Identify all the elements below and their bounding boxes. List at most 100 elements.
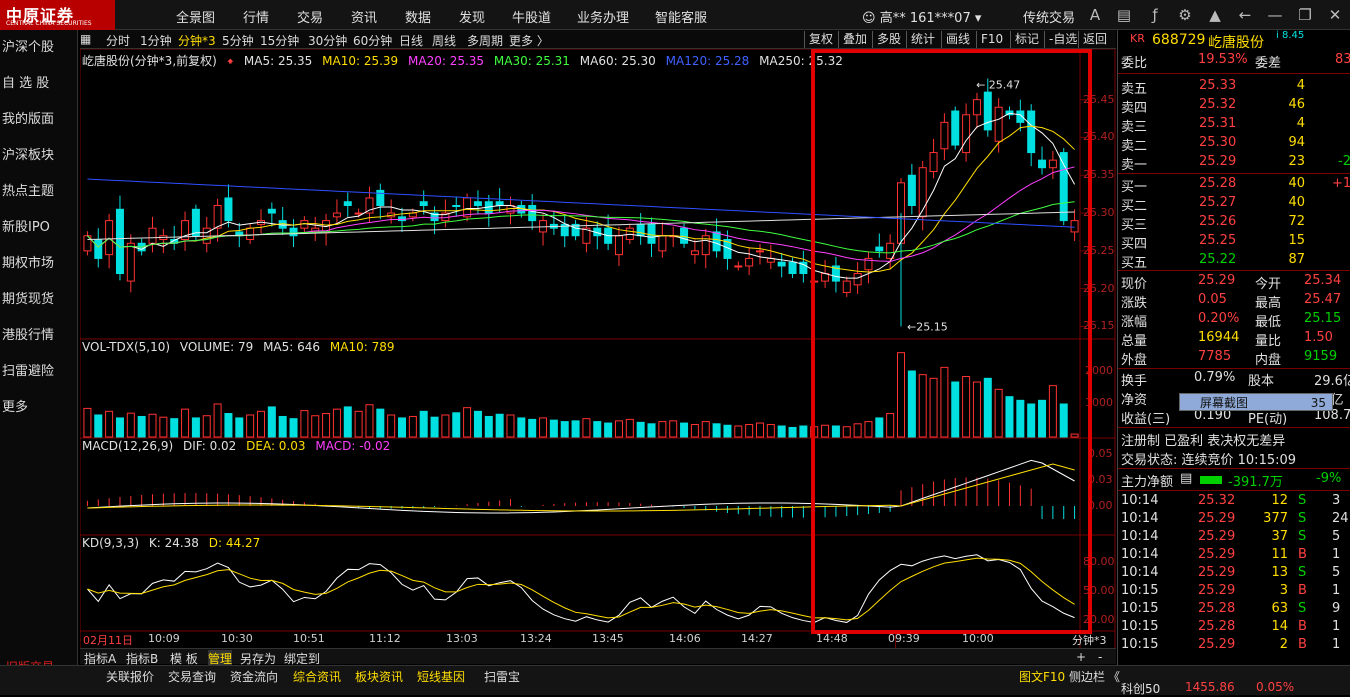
buy-level-volume: 87	[1288, 252, 1305, 267]
weibi-value: 19.53%	[1198, 52, 1248, 67]
time-axis-label: 11:12	[369, 632, 401, 645]
minimize-icon[interactable]: —	[1265, 5, 1285, 25]
trade-mode-button[interactable]: 传统交易	[1023, 7, 1075, 26]
chart-tool-button[interactable]: 画线	[941, 31, 970, 48]
chart-tool-button[interactable]: -自选	[1044, 31, 1077, 48]
tags-row: 注册制 已盈利 表决权无差异	[1118, 430, 1350, 449]
status-right-f10[interactable]: 图文F10	[1019, 668, 1065, 685]
chart-tool-button[interactable]: 复权	[804, 31, 833, 48]
sidebar-item[interactable]: 期货现货	[0, 282, 78, 318]
sell-level-price: 25.29	[1199, 154, 1237, 169]
zoom-in-button[interactable]: +	[1076, 650, 1086, 664]
period-tab[interactable]: 多周期	[467, 32, 503, 49]
candle	[191, 208, 200, 237]
period-tab[interactable]: 1分钟	[140, 32, 172, 49]
font-size-icon[interactable]: A	[1085, 5, 1105, 25]
volume-bar	[94, 414, 103, 438]
status-tab[interactable]: 板块资讯	[355, 668, 403, 685]
volume-bar	[115, 417, 124, 438]
tick-time: 10:15	[1121, 637, 1159, 652]
volume-bar	[430, 416, 439, 438]
stat2-label: 净资	[1121, 393, 1148, 408]
status-tab[interactable]: 综合资讯	[293, 668, 341, 685]
settings-tool-icon[interactable]: ▤	[1114, 5, 1134, 25]
tick-row: 10:14 25.29 11 B 1	[1118, 547, 1350, 566]
chart-tool-button[interactable]: 标记	[1010, 31, 1039, 48]
volume-bar	[658, 421, 667, 438]
status-tab[interactable]: 短线基因	[417, 668, 465, 685]
indicator-tabs: 指标A 指标B 模 板管理 另存为 绑定到 + -	[80, 648, 1116, 667]
sidebar-item[interactable]: 沪深个股	[0, 30, 78, 66]
status-right-collapse[interactable]: 《	[1108, 668, 1120, 685]
sidebar-item[interactable]: 沪深板块	[0, 138, 78, 174]
top-menu-item[interactable]: 资讯	[351, 7, 377, 26]
chart-tool-button[interactable]: 统计	[906, 31, 935, 48]
sidebar-item[interactable]: 扫雷避险	[0, 354, 78, 390]
sidebar-item[interactable]: 期权市场	[0, 246, 78, 282]
back-arrow-icon[interactable]: ←	[1235, 5, 1255, 25]
chart-tool-button[interactable]: 多股	[872, 31, 901, 48]
sidebar-item[interactable]: 港股行情	[0, 318, 78, 354]
volume-bar	[777, 425, 786, 438]
volume-bar	[256, 410, 265, 438]
formula-icon[interactable]: ƒ	[1145, 5, 1165, 25]
sidebar-item[interactable]: 新股IPO	[0, 210, 78, 246]
sell-level-label: 卖二	[1121, 139, 1148, 154]
kd-k: K: 24.38	[148, 536, 199, 550]
top-menu-item[interactable]: 业务办理	[577, 7, 629, 26]
volume-bar	[690, 424, 699, 438]
buy-level-change: +14	[1332, 176, 1350, 191]
sell-level-volume: 4	[1296, 78, 1305, 93]
sidebar-item[interactable]: 自 选 股	[0, 66, 78, 102]
sidebar-item[interactable]: 更多	[0, 390, 78, 426]
skin-icon[interactable]: ▲	[1205, 5, 1225, 25]
macd-macd: MACD: -0.02	[315, 439, 391, 453]
tick-price: 25.28	[1198, 619, 1236, 634]
tick-price: 25.29	[1198, 529, 1236, 544]
sidebar-item[interactable]: 我的版面	[0, 102, 78, 138]
restore-icon[interactable]: ❐	[1295, 5, 1315, 25]
volume-bar	[517, 417, 526, 438]
close-icon[interactable]: ✕	[1325, 5, 1345, 25]
top-menu-item[interactable]: 交易	[297, 7, 323, 26]
zoom-out-button[interactable]: -	[1098, 650, 1102, 664]
period-tab[interactable]: 分钟*3	[178, 32, 216, 49]
period-tab[interactable]: 30分钟	[308, 32, 347, 49]
top-menu-item[interactable]: 行情	[243, 7, 269, 26]
chart-tool-button[interactable]: 返回	[1078, 31, 1107, 48]
status-tab[interactable]: 关联报价	[106, 668, 154, 685]
status-right-sidebar[interactable]: 侧边栏	[1069, 668, 1105, 685]
period-tab[interactable]: 周线	[432, 32, 456, 49]
top-menu-item[interactable]: 全景图	[176, 7, 215, 26]
stat2-value: 0.79%	[1194, 370, 1236, 385]
top-menu-item[interactable]: 数据	[405, 7, 431, 26]
sell-level-price: 25.30	[1199, 135, 1237, 150]
screenshot-button[interactable]: 屏幕截图 35	[1179, 393, 1333, 411]
period-tab[interactable]: 15分钟	[260, 32, 299, 49]
period-tab[interactable]: 60分钟	[353, 32, 392, 49]
candle	[115, 208, 124, 275]
status-tab[interactable]: 扫雷宝	[484, 668, 520, 685]
buy-level-label: 买五	[1121, 256, 1148, 271]
period-tab[interactable]: 分时	[106, 32, 130, 49]
top-menu-item[interactable]: 智能客服	[655, 7, 707, 26]
status-tab[interactable]: 交易查询	[168, 668, 216, 685]
sidebar-item[interactable]: 热点主题	[0, 174, 78, 210]
tick-count: 1	[1332, 619, 1341, 634]
stat-value: 25.29	[1198, 273, 1236, 288]
user-account[interactable]: ☺ 高** 161***07 ▾	[862, 7, 981, 26]
volume-bar	[300, 410, 309, 438]
top-menu-item[interactable]: 牛股道	[512, 7, 551, 26]
tick-side: S	[1298, 601, 1307, 616]
chart-tool-button[interactable]: 叠加	[838, 31, 867, 48]
period-tab[interactable]: 5分钟	[222, 32, 254, 49]
candle	[647, 223, 656, 244]
period-tab[interactable]: 日线	[399, 32, 423, 49]
status-tab[interactable]: 资金流向	[230, 668, 278, 685]
gear-icon[interactable]: ⚙	[1175, 5, 1195, 25]
grid-icon[interactable]: ▦	[80, 32, 91, 46]
volume-bar	[289, 418, 298, 438]
chart-tool-button[interactable]: F10	[976, 31, 1003, 48]
top-menu-item[interactable]: 发现	[459, 7, 485, 26]
period-tab[interactable]: 更多 〉	[509, 32, 549, 49]
